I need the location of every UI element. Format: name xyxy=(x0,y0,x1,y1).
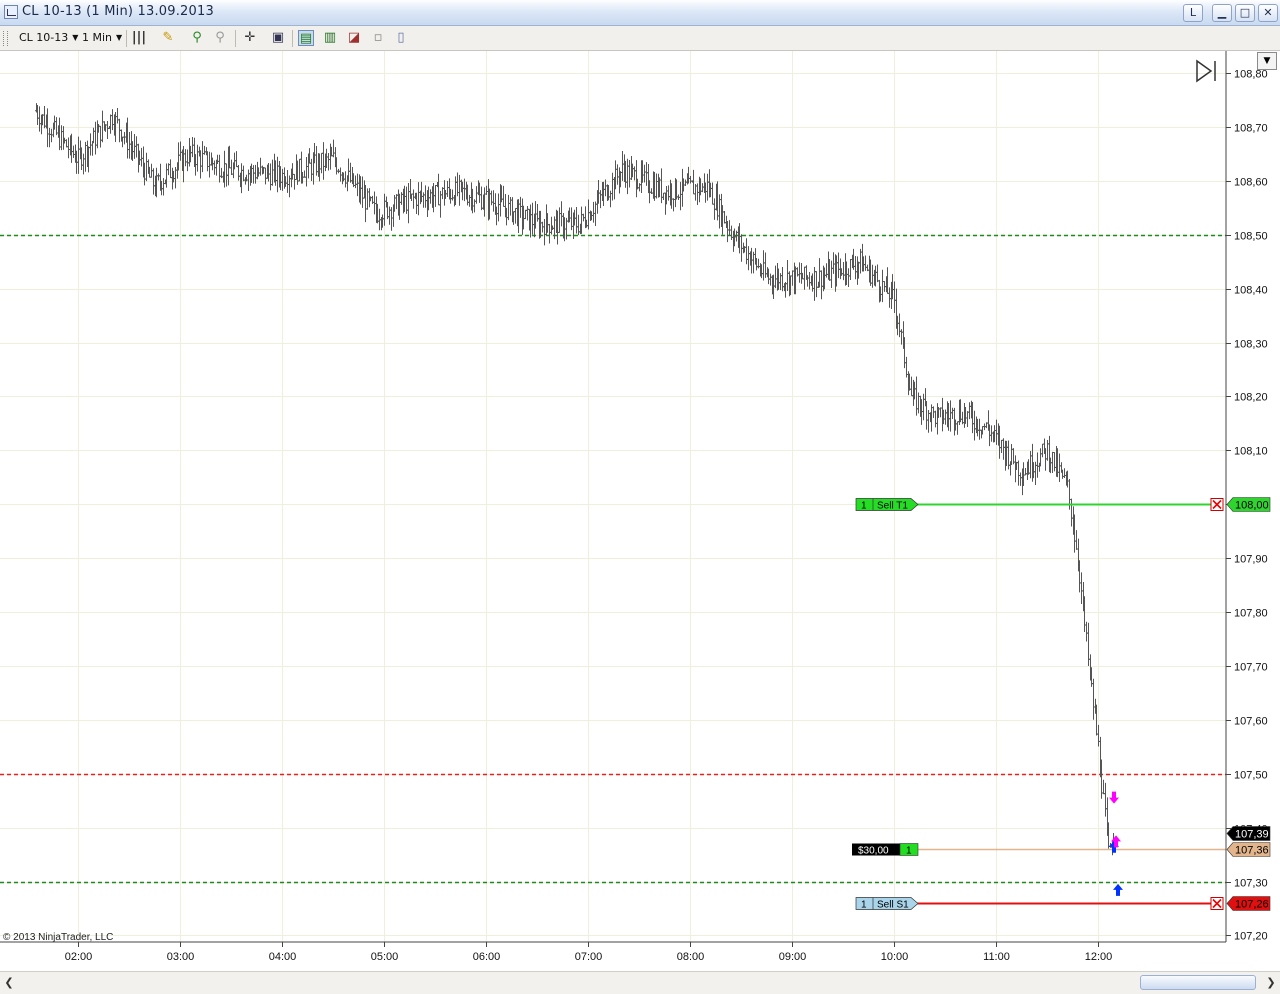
cancel-order-icon[interactable] xyxy=(1210,897,1224,910)
chevron-down-icon: ▼ xyxy=(72,33,79,42)
time-tick-label: 05:00 xyxy=(371,951,399,963)
horizontal-scrollbar[interactable]: ❮ ❯ xyxy=(0,971,1280,994)
price-tick-label: 107,70 xyxy=(1234,662,1268,674)
price-chart[interactable]: 1 Sell T1 1 Sell S1 $30,00 1 108,80 108,70 108,… xyxy=(0,51,1280,971)
order-qty: 1 xyxy=(861,501,867,512)
price-tick-label: 107,90 xyxy=(1234,554,1268,566)
order-price-tag-label: 108,00 xyxy=(1235,500,1269,512)
scroll-track[interactable] xyxy=(18,975,1260,990)
copyright-label: © 2013 NinjaTrader, LLC xyxy=(3,932,113,943)
order-price-tag: 108,00 xyxy=(1226,497,1271,512)
chart-toolbar: CL 10-13 ▼ 1 Min ▼ ||| ✎ ⚲ ⚲ ✛ ▣ ▤ ▥ ◪ ▫ ▯ xyxy=(0,26,1280,51)
instrument-label: CL 10-13 xyxy=(19,31,69,44)
time-tick-label: 04:00 xyxy=(269,951,297,963)
time-tick-label: 12:00 xyxy=(1085,951,1113,963)
time-tick-label: 11:00 xyxy=(983,951,1010,963)
interval-label: 1 Min xyxy=(82,31,113,44)
time-tick-label: 07:00 xyxy=(575,951,603,963)
properties-icon[interactable]: ▯ xyxy=(393,30,409,46)
price-tick-label: 108,40 xyxy=(1234,285,1268,297)
time-axis: 02:00 03:00 04:00 05:00 06:00 07:00 08:00 09:00… xyxy=(65,942,1113,963)
price-tick-label: 107,20 xyxy=(1234,931,1268,943)
zoom-in-icon[interactable]: ⚲ xyxy=(189,30,205,46)
chart-window-icon xyxy=(4,5,18,19)
price-tick-label: 108,30 xyxy=(1234,339,1268,351)
order-price-tag: 107,26 xyxy=(1226,896,1271,911)
price-tick-label: 108,80 xyxy=(1234,69,1268,81)
drawing-tools-icon[interactable]: ✎ xyxy=(160,30,176,46)
order-qty: 1 xyxy=(861,900,867,911)
bar-style-icon[interactable]: ||| xyxy=(131,30,147,46)
price-tick-label: 107,60 xyxy=(1234,716,1268,728)
position-price-tag-label: 107,36 xyxy=(1235,845,1269,857)
time-tick-label: 02:00 xyxy=(65,951,93,963)
scroll-right-icon[interactable]: ❯ xyxy=(1264,975,1278,991)
position-qty: 1 xyxy=(906,846,912,857)
zoom-out-icon[interactable]: ⚲ xyxy=(212,30,228,46)
time-tick-label: 10:00 xyxy=(881,951,909,963)
time-tick-label: 06:00 xyxy=(473,951,501,963)
last-price-tag-label: 107,39 xyxy=(1235,829,1269,841)
window-title: CL 10-13 (1 Min) 13.09.2013 xyxy=(22,4,214,19)
price-tick-label: 108,70 xyxy=(1234,123,1268,135)
data-box-icon[interactable]: ▣ xyxy=(270,30,286,46)
cancel-order-icon[interactable] xyxy=(1210,498,1224,511)
toolbar-divider xyxy=(126,30,127,47)
order-price-tag-label: 107,26 xyxy=(1235,899,1269,911)
price-tick-label: 108,10 xyxy=(1234,446,1268,458)
toolbar-grip[interactable] xyxy=(3,31,8,46)
chart-trader-icon[interactable]: ▤ xyxy=(298,30,314,46)
time-tick-label: 08:00 xyxy=(677,951,705,963)
scroll-left-icon[interactable]: ❮ xyxy=(2,975,16,991)
indicators-icon[interactable]: ◪ xyxy=(346,30,362,46)
instrument-selector[interactable]: CL 10-13 ▼ xyxy=(19,31,78,44)
crosshair-icon[interactable]: ✛ xyxy=(242,30,258,46)
link-button[interactable]: L xyxy=(1183,4,1203,22)
time-tick-label: 09:00 xyxy=(779,951,807,963)
toolbar-divider xyxy=(292,30,293,47)
maximize-button[interactable]: □ xyxy=(1235,4,1255,22)
templates-icon[interactable]: ▫ xyxy=(370,30,386,46)
price-tick-label: 108,20 xyxy=(1234,392,1268,404)
interval-selector[interactable]: 1 Min ▼ xyxy=(82,31,122,44)
close-button[interactable]: ✕ xyxy=(1258,4,1278,22)
window-titlebar: CL 10-13 (1 Min) 13.09.2013 L ▁ □ ✕ xyxy=(0,0,1280,26)
price-tick-label: 107,50 xyxy=(1234,770,1268,782)
strategies-icon[interactable]: ▥ xyxy=(322,30,338,46)
chevron-down-icon: ▼ xyxy=(116,33,123,42)
last-price-tag: 107,39 xyxy=(1226,826,1271,841)
price-tick-label: 107,30 xyxy=(1234,878,1268,890)
scroll-thumb[interactable] xyxy=(1140,975,1256,990)
order-label: Sell S1 xyxy=(877,900,909,911)
price-tick-label: 108,50 xyxy=(1234,231,1268,243)
time-tick-label: 03:00 xyxy=(167,951,195,963)
order-label: Sell T1 xyxy=(877,501,908,512)
position-price-tag: 107,36 xyxy=(1226,842,1271,857)
price-tick-label: 108,60 xyxy=(1234,177,1268,189)
minimize-button[interactable]: ▁ xyxy=(1212,4,1232,22)
toolbar-divider xyxy=(235,30,236,47)
position-pnl: $30,00 xyxy=(858,846,889,857)
price-tick-label: 107,80 xyxy=(1234,608,1268,620)
